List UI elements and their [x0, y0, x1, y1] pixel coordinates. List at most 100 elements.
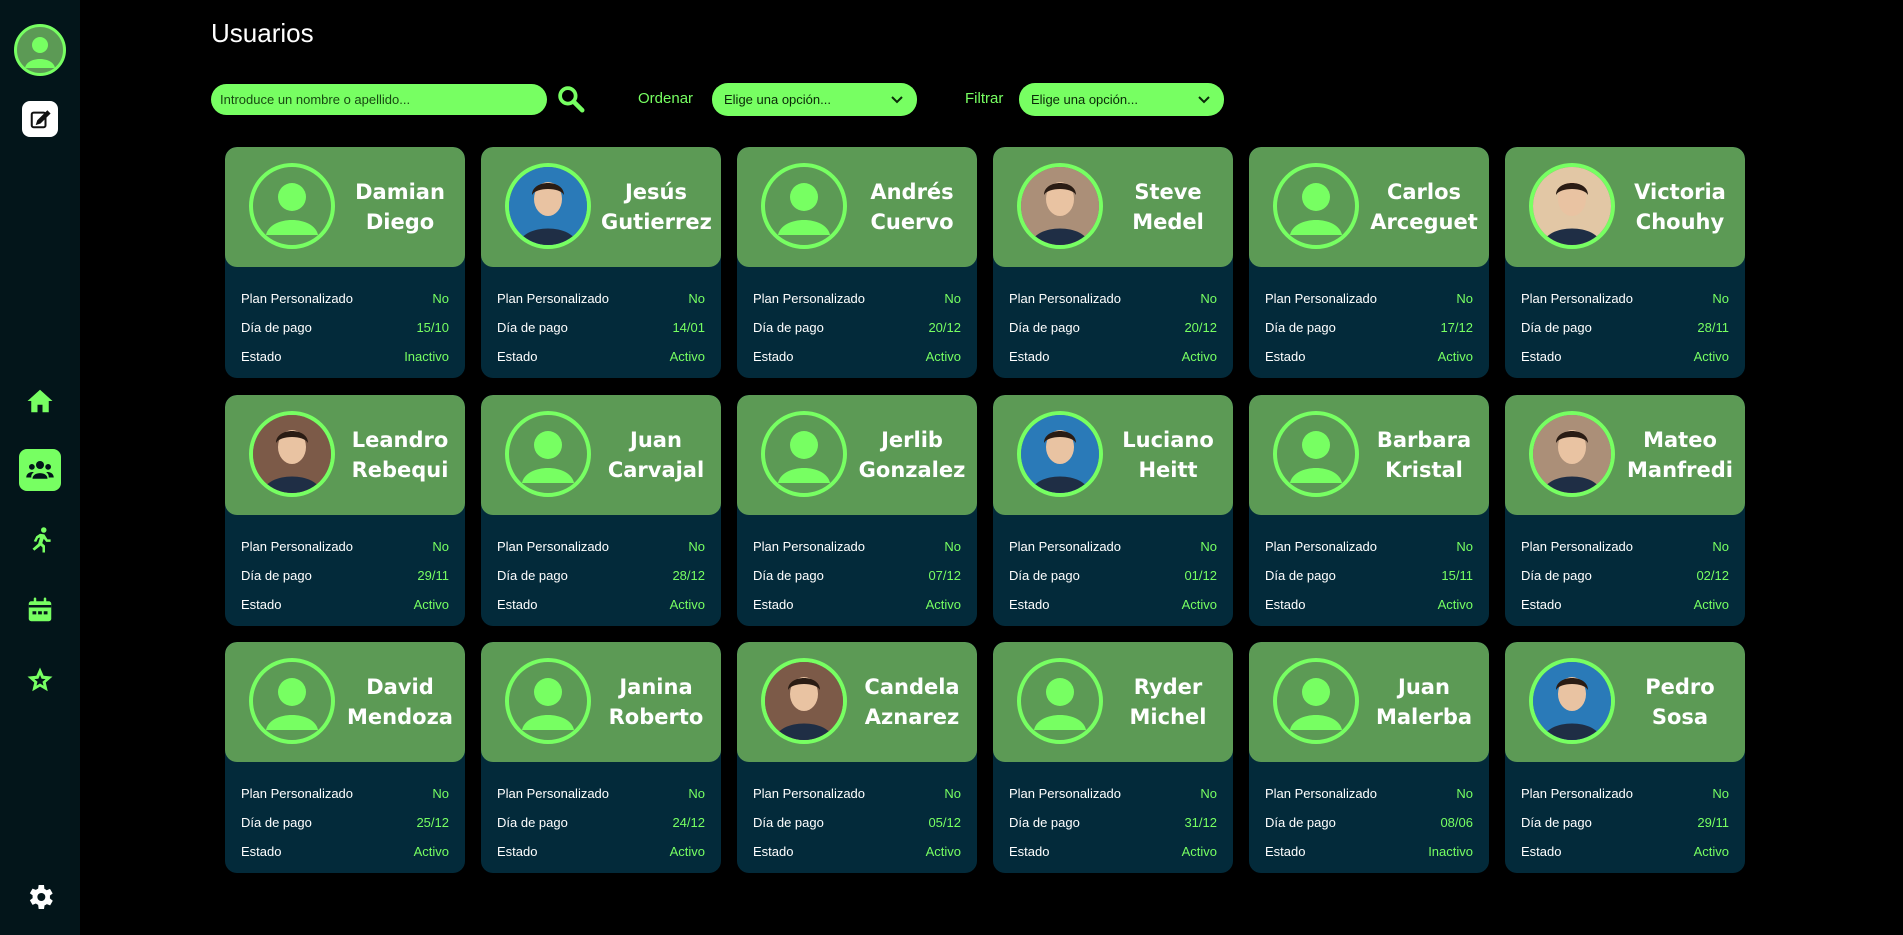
home-icon[interactable] [19, 380, 61, 422]
payday-value: 05/12 [928, 815, 961, 830]
status-value: Activo [925, 844, 961, 859]
user-card[interactable]: Mateo Manfredi Plan Personalizado No Día… [1505, 395, 1745, 626]
payday-label: Día de pago [1521, 320, 1592, 335]
user-card[interactable]: Candela Aznarez Plan Personalizado No Dí… [737, 642, 977, 873]
payday-value: 07/12 [928, 568, 961, 583]
user-card-header: Jerlib Gonzalez [737, 395, 977, 515]
user-card[interactable]: Barbara Kristal Plan Personalizado No Dí… [1249, 395, 1489, 626]
user-name: Luciano Heitt [1113, 425, 1223, 485]
user-first-name: Jesús [624, 180, 687, 204]
plan-label: Plan Personalizado [1521, 291, 1634, 306]
status-value: Activo [1693, 597, 1729, 612]
payday-row: Día de pago 15/11 [1265, 568, 1473, 583]
search-input[interactable] [211, 84, 547, 115]
plan-value: No [1456, 786, 1473, 801]
user-name: Janina Roberto [601, 672, 711, 732]
page-title: Usuarios [211, 18, 314, 48]
user-last-name: Chouhy [1635, 210, 1725, 234]
user-card[interactable]: Jerlib Gonzalez Plan Personalizado No Dí… [737, 395, 977, 626]
user-first-name: Ryder [1133, 675, 1203, 699]
payday-value: 17/12 [1440, 320, 1473, 335]
user-avatar-icon[interactable] [14, 24, 66, 76]
user-first-name: Juan [630, 428, 682, 452]
user-card[interactable]: Juan Malerba Plan Personalizado No Día d… [1249, 642, 1489, 873]
order-select[interactable]: Elige una opción... [712, 83, 917, 116]
status-row: Estado Activo [1521, 597, 1729, 612]
filter-select[interactable]: Elige una opción... [1019, 83, 1224, 116]
user-card[interactable]: Damian Diego Plan Personalizado No Día d… [225, 147, 465, 378]
user-card[interactable]: Ryder Michel Plan Personalizado No Día d… [993, 642, 1233, 873]
user-card[interactable]: Leandro Rebequi Plan Personalizado No Dí… [225, 395, 465, 626]
user-card-header: Carlos Arceguet [1249, 147, 1489, 267]
user-card[interactable]: Carlos Arceguet Plan Personalizado No Dí… [1249, 147, 1489, 378]
gear-icon[interactable] [19, 876, 61, 918]
plan-label: Plan Personalizado [753, 786, 866, 801]
status-row: Estado Activo [753, 597, 961, 612]
user-first-name: Leandro [351, 428, 449, 452]
user-first-name: Mateo [1643, 428, 1717, 452]
plan-label: Plan Personalizado [241, 291, 354, 306]
payday-row: Día de pago 17/12 [1265, 320, 1473, 335]
calendar-icon[interactable] [19, 589, 61, 631]
status-value: Activo [669, 597, 705, 612]
status-row: Estado Activo [497, 597, 705, 612]
payday-label: Día de pago [753, 568, 824, 583]
payday-row: Día de pago 29/11 [241, 568, 449, 583]
user-name: Leandro Rebequi [345, 425, 455, 485]
plan-label: Plan Personalizado [753, 539, 866, 554]
star-icon[interactable] [19, 659, 61, 701]
payday-value: 24/12 [672, 815, 705, 830]
status-label: Estado [1521, 597, 1562, 612]
user-card[interactable]: Janina Roberto Plan Personalizado No Día… [481, 642, 721, 873]
user-card[interactable]: Steve Medel Plan Personalizado No Día de… [993, 147, 1233, 378]
user-card[interactable]: Juan Carvajal Plan Personalizado No Día … [481, 395, 721, 626]
plan-value: No [1200, 786, 1217, 801]
plan-value: No [1456, 291, 1473, 306]
running-icon[interactable] [19, 519, 61, 561]
main-content: Usuarios Ordenar Elige una opción... Fil… [80, 0, 1903, 935]
user-avatar-icon [1273, 163, 1359, 249]
plan-value: No [432, 539, 449, 554]
user-name: Pedro Sosa [1625, 672, 1735, 732]
user-avatar-icon [249, 163, 335, 249]
user-photo [1529, 658, 1615, 744]
user-name: Juan Carvajal [601, 425, 711, 485]
user-last-name: Kristal [1385, 458, 1463, 482]
user-card[interactable]: Andrés Cuervo Plan Personalizado No Día … [737, 147, 977, 378]
payday-value: 20/12 [1184, 320, 1217, 335]
user-avatar-icon [505, 411, 591, 497]
sidebar [0, 0, 80, 935]
payday-label: Día de pago [753, 815, 824, 830]
user-first-name: Candela [864, 675, 960, 699]
status-value: Activo [1181, 597, 1217, 612]
plan-row: Plan Personalizado No [1521, 786, 1729, 801]
user-avatar-icon [761, 411, 847, 497]
payday-value: 28/12 [672, 568, 705, 583]
plan-row: Plan Personalizado No [753, 291, 961, 306]
search-icon[interactable] [554, 82, 588, 116]
user-last-name: Roberto [608, 705, 704, 729]
status-value: Activo [1693, 844, 1729, 859]
payday-label: Día de pago [241, 815, 312, 830]
user-avatar-icon [1273, 411, 1359, 497]
user-name: Andrés Cuervo [857, 177, 967, 237]
payday-row: Día de pago 01/12 [1009, 568, 1217, 583]
plan-label: Plan Personalizado [1265, 291, 1378, 306]
status-label: Estado [1265, 597, 1306, 612]
user-first-name: Janina [619, 675, 693, 699]
user-card[interactable]: David Mendoza Plan Personalizado No Día … [225, 642, 465, 873]
payday-row: Día de pago 20/12 [753, 320, 961, 335]
user-card[interactable]: Victoria Chouhy Plan Personalizado No Dí… [1505, 147, 1745, 378]
user-card[interactable]: Pedro Sosa Plan Personalizado No Día de … [1505, 642, 1745, 873]
status-label: Estado [241, 844, 282, 859]
payday-row: Día de pago 28/11 [1521, 320, 1729, 335]
plan-label: Plan Personalizado [1265, 786, 1378, 801]
user-card[interactable]: Luciano Heitt Plan Personalizado No Día … [993, 395, 1233, 626]
status-row: Estado Activo [1265, 349, 1473, 364]
payday-label: Día de pago [1521, 815, 1592, 830]
plan-value: No [1712, 291, 1729, 306]
users-icon[interactable] [19, 449, 61, 491]
user-card[interactable]: Jesús Gutierrez Plan Personalizado No Dí… [481, 147, 721, 378]
payday-row: Día de pago 08/06 [1265, 815, 1473, 830]
edit-icon[interactable] [22, 101, 58, 137]
